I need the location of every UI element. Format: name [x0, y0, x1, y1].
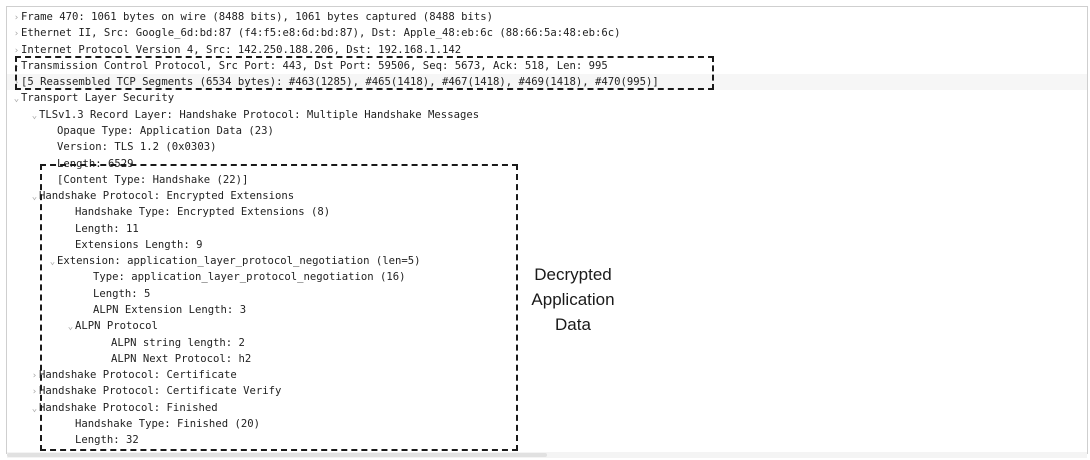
chevron-down-icon[interactable]: ⌄ [30, 189, 39, 205]
chevron-down-icon[interactable]: ⌄ [30, 401, 39, 417]
tree-row-label: Version: TLS 1.2 (0x0303) [57, 141, 217, 154]
annotation-line: Decrypted [534, 265, 612, 284]
chevron-right-icon[interactable]: › [30, 384, 39, 400]
tcp-highlight-box [15, 56, 714, 90]
tree-row-label: Ethernet II, Src: Google_6d:bd:87 (f4:f5… [21, 27, 621, 40]
tree-row-label: Transport Layer Security [21, 92, 175, 105]
annotation-line: Data [555, 315, 591, 334]
chevron-down-icon[interactable]: ⌄ [12, 91, 21, 107]
tree-row-ethernet-ii-src-google6d-bd[interactable]: › Ethernet II, Src: Google_6d:bd:87 (f4:f… [7, 25, 1087, 42]
chevron-right-icon[interactable]: › [12, 26, 21, 42]
tree-row-label: TLSv1.3 Record Layer: Handshake Protocol… [39, 108, 480, 121]
chevron-right-icon[interactable]: › [12, 10, 21, 26]
chevron-down-icon[interactable]: ⌄ [30, 108, 39, 124]
tree-row-version-tls-12-0x0303[interactable]: Version: TLS 1.2 (0x0303) [7, 139, 1087, 155]
tree-row-frame-470-1061-bytes-on[interactable]: › Frame 470: 1061 bytes on wire (8488 bit… [7, 9, 1087, 26]
decrypted-data-box [40, 164, 518, 451]
tree-row-label: Frame 470: 1061 bytes on wire (8488 bits… [21, 11, 493, 23]
chevron-right-icon[interactable]: › [30, 368, 39, 384]
scrollbar-thumb[interactable] [7, 453, 547, 457]
tree-row-tlsv13-record-layer-handshake-protocol[interactable]: ⌄ TLSv1.3 Record Layer: Handshake Protoco… [7, 107, 1087, 124]
tree-row-transport-layer-security[interactable]: ⌄ Transport Layer Security [7, 90, 1087, 107]
tree-row-opaque-type-application-data-23[interactable]: Opaque Type: Application Data (23) [7, 123, 1087, 139]
decrypted-application-data-label: Decrypted Application Data [524, 262, 622, 337]
horizontal-scrollbar[interactable] [7, 452, 1087, 458]
tree-row-label: Opaque Type: Application Data (23) [57, 124, 274, 137]
annotation-line: Application [531, 290, 615, 309]
